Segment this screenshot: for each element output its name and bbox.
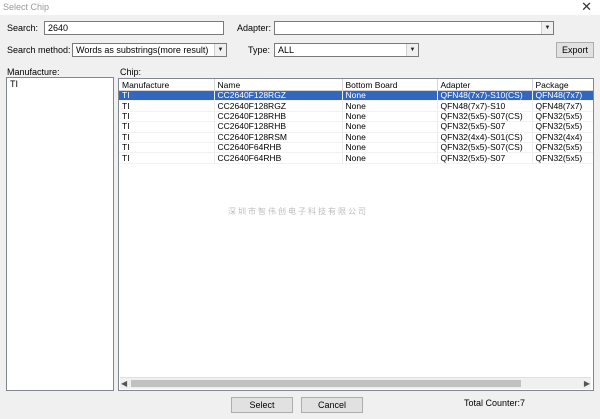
table-row[interactable]: TI CC2640F128RSM None QFN32(4x4)-S01(CS)… [119,132,593,143]
cell-manufacture: TI [119,100,215,112]
cell-package: QFN32(5x5) [532,142,593,154]
scroll-right-icon[interactable]: ▶ [584,378,590,389]
cell-bottom-board: None [342,152,438,164]
column-header-adapter[interactable]: Adapter [437,79,533,91]
search-method-value: Words as substrings(more result) [76,45,209,55]
cell-package: QFN32(4x4) [532,132,593,143]
column-header-bottom-board[interactable]: Bottom Board [342,79,438,91]
cell-package: QFN48(7x7) [532,90,593,102]
cell-bottom-board: None [342,111,438,123]
watermark: 深圳市智伟创电子科技有限公司 [228,207,368,216]
cell-bottom-board: None [342,90,438,102]
cell-name: CC2640F64RHB [214,142,343,154]
cell-name: CC2640F128RGZ [214,90,343,102]
column-header-package[interactable]: Package [532,79,593,91]
cell-name: CC2640F128RGZ [214,100,343,112]
chip-table-panel: Manufacture Name Bottom Board Adapter Pa… [118,78,594,391]
manufacture-label: Manufacture: [7,67,60,77]
cell-name: CC2640F128RHB [214,111,343,123]
type-dropdown[interactable]: ALL ▼ [274,43,419,57]
select-button[interactable]: Select [231,397,293,413]
cell-bottom-board: None [342,100,438,112]
type-value: ALL [278,45,295,55]
cell-adapter: QFN32(4x4)-S01(CS) [437,132,533,143]
cell-name: CC2640F128RSM [214,132,343,143]
search-method-label: Search method: [7,45,71,55]
cell-name: CC2640F64RHB [214,152,343,164]
cell-bottom-board: None [342,132,438,143]
cell-manufacture: TI [119,152,215,164]
window-title: Select Chip [3,2,50,12]
cell-package: QFN32(5x5) [532,152,593,164]
column-header-manufacture[interactable]: Manufacture [119,79,215,91]
table-row[interactable]: TI CC2640F128RGZ None QFN48(7x7)-S10(CS)… [119,90,593,102]
scroll-left-icon[interactable]: ◀ [121,378,127,389]
cell-adapter: QFN32(5x5)-S07(CS) [437,142,533,154]
column-header-name[interactable]: Name [214,79,343,91]
cell-adapter: QFN32(5x5)-S07(CS) [437,111,533,123]
cell-package: QFN48(7x7) [532,100,593,112]
search-label: Search: [7,23,39,33]
table-row[interactable]: TI CC2640F128RGZ None QFN48(7x7)-S10 QFN… [119,100,593,112]
cancel-button[interactable]: Cancel [301,397,363,413]
table-row[interactable]: TI CC2640F64RHB None QFN32(5x5)-S07(CS) … [119,142,593,154]
total-counter: Total Counter:7 [464,398,526,408]
chip-table-header: Manufacture Name Bottom Board Adapter Pa… [119,79,593,91]
cell-manufacture: TI [119,132,215,143]
cell-package: QFN32(5x5) [532,121,593,133]
adapter-label: Adapter: [237,23,272,33]
title-bar: Select Chip ✕ [0,0,600,15]
search-method-dropdown[interactable]: Words as substrings(more result) ▼ [72,43,227,57]
cell-adapter: QFN48(7x7)-S10 [437,100,533,112]
chip-label: Chip: [120,67,142,77]
chevron-down-icon: ▼ [406,44,418,56]
cell-manufacture: TI [119,111,215,123]
chevron-down-icon: ▼ [541,22,553,34]
manufacture-list[interactable]: TI [6,77,114,391]
cell-package: QFN32(5x5) [532,111,593,123]
cell-adapter: QFN32(5x5)-S07 [437,121,533,133]
cell-manufacture: TI [119,90,215,102]
table-row[interactable]: TI CC2640F128RHB None QFN32(5x5)-S07(CS)… [119,111,593,123]
horizontal-scrollbar[interactable]: ◀ ▶ [120,377,591,389]
type-label: Type: [248,45,271,55]
cell-manufacture: TI [119,142,215,154]
manufacture-item-ti[interactable]: TI [10,79,18,89]
search-input[interactable]: 2640 [44,21,224,35]
cell-adapter: QFN48(7x7)-S10(CS) [437,90,533,102]
table-row[interactable]: TI CC2640F64RHB None QFN32(5x5)-S07 QFN3… [119,152,593,164]
scrollbar-thumb[interactable] [131,380,521,387]
close-icon[interactable]: ✕ [581,0,592,13]
cell-adapter: QFN32(5x5)-S07 [437,152,533,164]
cell-name: CC2640F128RHB [214,121,343,133]
chevron-down-icon: ▼ [214,44,226,56]
cell-manufacture: TI [119,121,215,133]
export-button[interactable]: Export [556,42,594,58]
adapter-dropdown[interactable]: ▼ [274,21,554,35]
cell-bottom-board: None [342,142,438,154]
chip-table: Manufacture Name Bottom Board Adapter Pa… [119,79,593,164]
cell-bottom-board: None [342,121,438,133]
table-row[interactable]: TI CC2640F128RHB None QFN32(5x5)-S07 QFN… [119,121,593,133]
